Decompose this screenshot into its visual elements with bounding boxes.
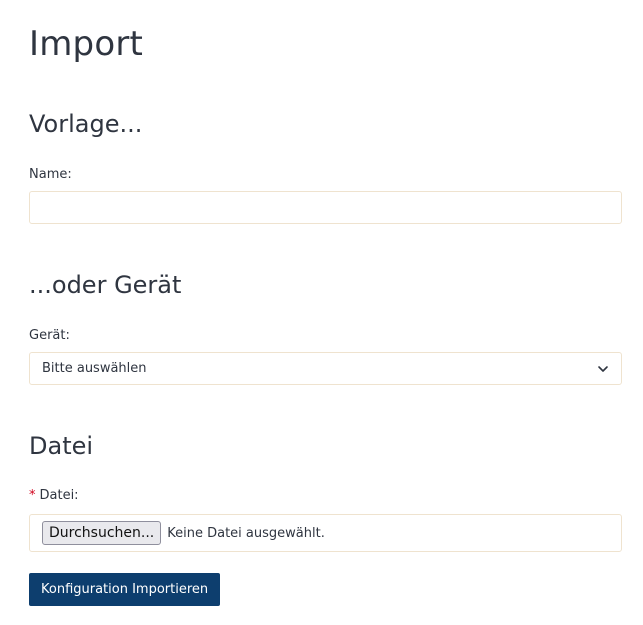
file-label: * Datei: [29,487,79,505]
device-label: Gerät: [29,328,70,343]
device-select-value: Bitte auswählen [42,361,147,376]
name-label: Name: [29,167,72,182]
required-marker: * [29,488,36,503]
import-configuration-button[interactable]: Konfiguration Importieren [29,573,221,606]
device-select[interactable]: Bitte auswählen [29,352,622,385]
file-status-text: Keine Datei ausgewählt. [167,525,325,541]
device-section-heading: ...oder Gerät [29,271,182,299]
browse-button[interactable]: Durchsuchen... [42,521,162,545]
name-input[interactable] [29,191,622,224]
file-label-text: Datei: [39,488,79,503]
chevron-down-icon [597,363,609,375]
file-section-heading: Datei [29,432,94,460]
file-input[interactable]: Durchsuchen... Keine Datei ausgewählt. [29,514,622,552]
template-section-heading: Vorlage... [29,110,143,138]
page-title: Import [29,24,144,64]
